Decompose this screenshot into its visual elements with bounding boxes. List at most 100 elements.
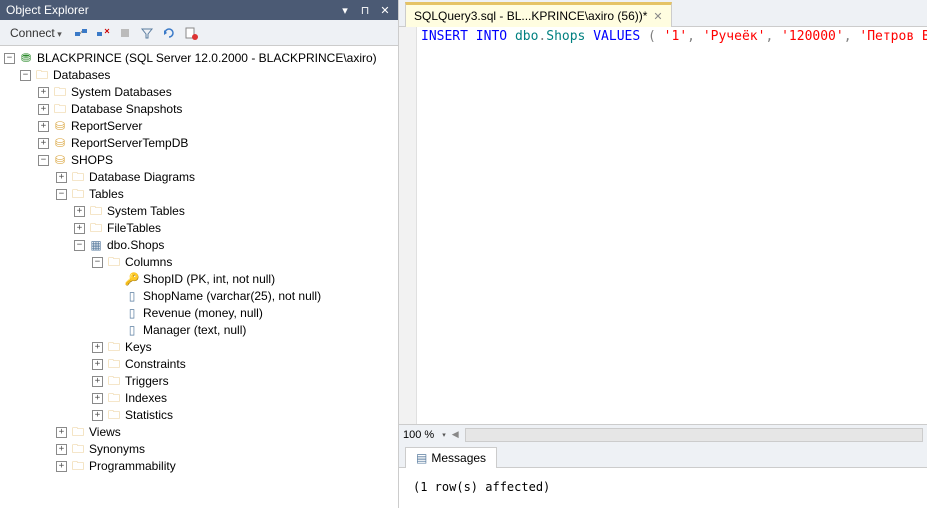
col-shopid[interactable]: ShopID (PK, int, not null): [143, 271, 275, 288]
horizontal-scrollbar[interactable]: [465, 428, 923, 442]
databases-node[interactable]: Databases: [53, 67, 110, 84]
filetables-node[interactable]: FileTables: [107, 220, 161, 237]
dboshops-node[interactable]: dbo.Shops: [107, 237, 164, 254]
synonyms-node[interactable]: Synonyms: [89, 441, 145, 458]
folder-icon: 🗀: [70, 187, 86, 203]
col-shopname[interactable]: ShopName (varchar(25), not null): [143, 288, 321, 305]
folder-icon: 🗀: [106, 340, 122, 356]
editor-panel: SQLQuery3.sql - BL...KPRINCE\axiro (56))…: [399, 0, 927, 508]
stop-grey-icon: [116, 24, 134, 42]
dbdiag-node[interactable]: Database Diagrams: [89, 169, 195, 186]
expand-icon[interactable]: +: [92, 393, 103, 404]
zoom-bar: 100 % ▾ ◀: [399, 424, 927, 444]
folder-icon: 🗀: [52, 85, 68, 101]
sql-editor[interactable]: INSERT INTO dbo.Shops VALUES ( '1', 'Руч…: [399, 27, 927, 424]
folder-icon: 🗀: [34, 68, 50, 84]
expand-icon[interactable]: +: [56, 172, 67, 183]
pin-icon[interactable]: ⊓: [358, 3, 372, 17]
reporttmp-node[interactable]: ReportServerTempDB: [71, 135, 188, 152]
sysdb-node[interactable]: System Databases: [71, 84, 172, 101]
editor-gutter: [399, 27, 417, 424]
folder-icon: 🗀: [88, 204, 104, 220]
database-icon: ⛁: [52, 153, 68, 169]
column-icon: ▯: [124, 306, 140, 322]
folder-icon: 🗀: [106, 391, 122, 407]
messages-icon: ▤: [416, 451, 427, 465]
collapse-icon[interactable]: −: [92, 257, 103, 268]
messages-tab-label: Messages: [431, 451, 486, 465]
explorer-toolbar: Connect: [0, 20, 398, 46]
stop-icon[interactable]: [94, 24, 112, 42]
expand-icon[interactable]: +: [38, 138, 49, 149]
expand-icon[interactable]: +: [56, 444, 67, 455]
dropdown-icon[interactable]: ▾: [338, 3, 352, 17]
collapse-icon[interactable]: −: [38, 155, 49, 166]
folder-icon: 🗀: [70, 459, 86, 475]
table-icon: ▦: [88, 238, 104, 254]
key-icon: 🔑: [124, 272, 140, 288]
expand-icon[interactable]: +: [92, 410, 103, 421]
zoom-level[interactable]: 100 %: [403, 429, 434, 441]
folder-icon: 🗀: [106, 357, 122, 373]
constraints-node[interactable]: Constraints: [125, 356, 186, 373]
col-revenue[interactable]: Revenue (money, null): [143, 305, 263, 322]
collapse-icon[interactable]: −: [20, 70, 31, 81]
shops-node[interactable]: SHOPS: [71, 152, 113, 169]
expand-icon[interactable]: +: [38, 87, 49, 98]
expand-icon[interactable]: +: [92, 376, 103, 387]
panel-title: Object Explorer: [6, 3, 338, 17]
statistics-node[interactable]: Statistics: [125, 407, 173, 424]
column-icon: ▯: [124, 323, 140, 339]
expand-icon[interactable]: +: [92, 359, 103, 370]
object-explorer-panel: Object Explorer ▾ ⊓ ✕ Connect −⛃BLACKPRI…: [0, 0, 399, 508]
object-tree[interactable]: −⛃BLACKPRINCE (SQL Server 12.0.2000 - BL…: [0, 46, 398, 508]
expand-icon[interactable]: +: [38, 121, 49, 132]
column-icon: ▯: [124, 289, 140, 305]
messages-tab[interactable]: ▤ Messages: [405, 447, 497, 468]
collapse-icon[interactable]: −: [56, 189, 67, 200]
folder-icon: 🗀: [106, 408, 122, 424]
connect-button[interactable]: Connect: [4, 24, 68, 42]
close-icon[interactable]: ✕: [378, 3, 392, 17]
indexes-node[interactable]: Indexes: [125, 390, 167, 407]
programmability-node[interactable]: Programmability: [89, 458, 176, 475]
col-manager[interactable]: Manager (text, null): [143, 322, 246, 339]
editor-bottom: 100 % ▾ ◀ ▤ Messages (1 row(s) affected): [399, 424, 927, 508]
server-node[interactable]: BLACKPRINCE (SQL Server 12.0.2000 - BLAC…: [37, 50, 377, 67]
views-node[interactable]: Views: [89, 424, 121, 441]
messages-output[interactable]: (1 row(s) affected): [399, 468, 927, 508]
script-icon[interactable]: [182, 24, 200, 42]
expand-icon[interactable]: +: [74, 206, 85, 217]
panel-titlebar: Object Explorer ▾ ⊓ ✕: [0, 0, 398, 20]
editor-tab-active[interactable]: SQLQuery3.sql - BL...KPRINCE\axiro (56))…: [405, 2, 672, 27]
expand-icon[interactable]: +: [92, 342, 103, 353]
collapse-icon[interactable]: −: [4, 53, 15, 64]
folder-icon: 🗀: [70, 425, 86, 441]
folder-icon: 🗀: [106, 374, 122, 390]
sql-line-1: INSERT INTO dbo.Shops VALUES ( '1', 'Руч…: [421, 29, 927, 44]
expand-icon[interactable]: +: [38, 104, 49, 115]
disconnect-icon[interactable]: [72, 24, 90, 42]
scroll-left-icon[interactable]: ◀: [452, 429, 459, 440]
messages-tab-row: ▤ Messages: [399, 444, 927, 468]
database-icon: ⛁: [52, 136, 68, 152]
filter-icon[interactable]: [138, 24, 156, 42]
close-icon[interactable]: ✕: [653, 10, 662, 23]
refresh-icon[interactable]: [160, 24, 178, 42]
expand-icon[interactable]: +: [56, 461, 67, 472]
tables-node[interactable]: Tables: [89, 186, 124, 203]
dbsnap-node[interactable]: Database Snapshots: [71, 101, 182, 118]
folder-icon: 🗀: [70, 170, 86, 186]
expand-icon[interactable]: +: [74, 223, 85, 234]
tab-label: SQLQuery3.sql - BL...KPRINCE\axiro (56))…: [414, 9, 647, 23]
columns-node[interactable]: Columns: [125, 254, 172, 271]
expand-icon[interactable]: +: [56, 427, 67, 438]
reportserver-node[interactable]: ReportServer: [71, 118, 142, 135]
folder-icon: 🗀: [70, 442, 86, 458]
systables-node[interactable]: System Tables: [107, 203, 185, 220]
collapse-icon[interactable]: −: [74, 240, 85, 251]
chevron-down-icon[interactable]: ▾: [442, 431, 446, 439]
folder-icon: 🗀: [106, 255, 122, 271]
keys-node[interactable]: Keys: [125, 339, 152, 356]
triggers-node[interactable]: Triggers: [125, 373, 169, 390]
